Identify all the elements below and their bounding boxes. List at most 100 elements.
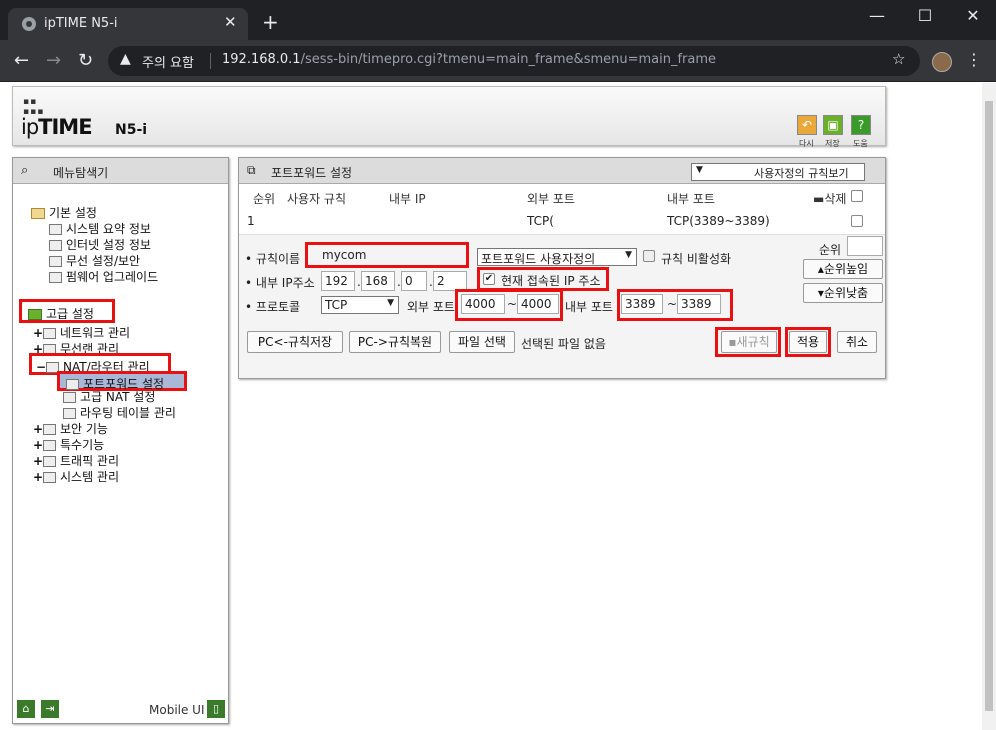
search-icon: ⌕ bbox=[21, 163, 29, 178]
warning-icon: ▲ bbox=[120, 51, 131, 67]
folder-icon bbox=[43, 440, 56, 451]
panel-title: 포트포워드 설정 bbox=[271, 166, 353, 180]
ip-octet-1[interactable]: 192 bbox=[321, 271, 355, 291]
close-window-icon[interactable]: ✕ bbox=[958, 6, 988, 25]
back-icon[interactable]: ← bbox=[14, 50, 29, 71]
help-label: 도움 bbox=[853, 139, 868, 148]
rank-up-button[interactable]: ▴순위높임 bbox=[803, 259, 883, 279]
tree-item[interactable]: 시스템 요약 정보 bbox=[49, 220, 151, 237]
tree-item[interactable]: 고급 NAT 설정 bbox=[63, 388, 155, 405]
url-text: 192.168.0.1/sess-bin/timepro.cgi?tmenu=m… bbox=[222, 52, 717, 67]
tree-advanced[interactable]: 고급 설정 bbox=[19, 299, 115, 323]
page-icon bbox=[63, 392, 76, 403]
wifi-icon bbox=[49, 256, 62, 267]
tree-item[interactable]: 인터넷 설정 정보 bbox=[49, 236, 151, 253]
scrollbar-thumb[interactable] bbox=[985, 101, 993, 711]
forward-icon[interactable]: → bbox=[46, 50, 61, 71]
apply-button[interactable]: 적용 bbox=[789, 331, 827, 353]
rule-name-label: • 규칙이름 bbox=[245, 252, 301, 266]
int-port-to[interactable]: 3389 bbox=[677, 294, 721, 314]
grid-icon: ▪▪ ▪▪▪ bbox=[23, 97, 45, 117]
save-to-pc-button[interactable]: PC<-규칙저장 bbox=[247, 331, 343, 353]
tree-item[interactable]: + 트래픽 관리 bbox=[33, 452, 119, 469]
logout-icon[interactable]: ⇥ bbox=[41, 700, 59, 718]
mobile-icon[interactable]: ▯ bbox=[207, 700, 225, 718]
col-rank: 순위 bbox=[253, 192, 276, 206]
disable-checkbox[interactable] bbox=[643, 250, 655, 262]
browser-tab[interactable]: ipTIME N5-i ✕ bbox=[8, 8, 248, 40]
rule-view-select[interactable]: ▼ 사용자정의 규칙보기 bbox=[691, 163, 865, 181]
help-icon[interactable]: ? bbox=[851, 115, 871, 135]
tree-item[interactable]: + 네트워크 관리 bbox=[33, 324, 130, 341]
restore-from-pc-button[interactable]: PC->규칙복원 bbox=[349, 331, 441, 353]
file-none-label: 선택된 파일 없음 bbox=[521, 337, 606, 351]
home-icon[interactable]: ⌂ bbox=[17, 700, 35, 718]
rank-down-button[interactable]: ▾순위낮춤 bbox=[803, 283, 883, 303]
select-all-checkbox[interactable] bbox=[851, 190, 863, 202]
minimize-icon[interactable]: — bbox=[862, 6, 892, 25]
tilde: ~ bbox=[507, 297, 518, 311]
tree-item[interactable]: 펌웨어 업그레이드 bbox=[49, 268, 158, 285]
col-rule: 사용자 규칙 bbox=[287, 192, 347, 206]
row-int-port: TCP(3389~3389) bbox=[667, 214, 770, 228]
tree-item[interactable]: + 보안 기능 bbox=[33, 420, 108, 437]
refresh-label: 다시 bbox=[799, 139, 814, 148]
reload-icon[interactable]: ↻ bbox=[78, 50, 93, 71]
int-port-from[interactable]: 3389 bbox=[621, 294, 663, 314]
tree-item[interactable]: 무선 설정/보안 bbox=[49, 252, 140, 269]
sidebar-footer: ⌂ ⇥ Mobile UI ▯ bbox=[13, 698, 228, 723]
save-label: 저장 bbox=[825, 139, 840, 148]
ip-label: • 내부 IP주소 bbox=[245, 276, 315, 290]
menu-explorer-header: ⌕ 메뉴탐색기 bbox=[13, 158, 228, 184]
portforward-panel: ⧉ 포트포워드 설정 ▼ 사용자정의 규칙보기 순위 사용자 규칙 내부 IP … bbox=[238, 157, 886, 379]
star-icon[interactable]: ☆ bbox=[892, 50, 905, 68]
protocol-label: • 프로토콜 bbox=[245, 300, 301, 314]
security-label: 주의 요함 bbox=[142, 56, 194, 71]
ip-octet-4[interactable]: 2 bbox=[433, 271, 467, 291]
refresh-icon[interactable]: ↶ bbox=[797, 115, 817, 135]
file-select-button[interactable]: 파일 선택 bbox=[449, 331, 515, 353]
new-tab-icon[interactable]: + bbox=[262, 10, 279, 34]
row-rank: 1 bbox=[247, 214, 255, 228]
col-int-port: 내부 포트 bbox=[667, 192, 715, 206]
tree-item[interactable]: + 특수기능 bbox=[33, 436, 104, 453]
ip-octet-3[interactable]: 0 bbox=[401, 271, 427, 291]
maximize-icon[interactable]: ☐ bbox=[910, 6, 940, 25]
logo: ipTIME bbox=[21, 115, 93, 139]
row-ext-port: TCP( bbox=[527, 214, 554, 228]
chevron-down-icon: ▼ bbox=[625, 250, 632, 260]
panel-header: ⧉ 포트포워드 설정 ▼ 사용자정의 규칙보기 bbox=[239, 158, 885, 184]
mobile-ui-label[interactable]: Mobile UI bbox=[149, 703, 205, 717]
lock-icon bbox=[43, 424, 56, 435]
current-ip-checkbox[interactable]: ✔ bbox=[483, 273, 495, 285]
protocol-select[interactable]: TCP ▼ bbox=[321, 296, 399, 314]
ip-octet-2[interactable]: 168 bbox=[361, 271, 395, 291]
divider bbox=[210, 53, 211, 69]
ext-port-to[interactable]: 4000 bbox=[517, 294, 559, 314]
menu-explorer: ⌕ 메뉴탐색기 기본 설정 시스템 요약 정보 인터넷 설정 정보 무선 설정/… bbox=[12, 157, 229, 724]
ext-port-from[interactable]: 4000 bbox=[461, 294, 505, 314]
tree-basic[interactable]: 기본 설정 bbox=[31, 204, 97, 221]
chevron-down-icon: ▼ bbox=[387, 298, 394, 308]
preset-select[interactable]: 포트포워드 사용자정의 ▼ bbox=[477, 248, 637, 266]
tree-item[interactable]: 라우팅 테이블 관리 bbox=[63, 404, 176, 421]
tree-item[interactable]: + 시스템 관리 bbox=[33, 468, 119, 485]
menu-explorer-title: 메뉴탐색기 bbox=[53, 166, 109, 180]
page-icon: ⧉ bbox=[247, 163, 256, 177]
rank-label: 순위 bbox=[819, 243, 842, 257]
avatar[interactable] bbox=[932, 52, 952, 72]
disable-label: 규칙 비활성화 bbox=[661, 252, 732, 266]
rank-input[interactable] bbox=[847, 236, 883, 256]
address-bar[interactable]: ▲ 주의 요함 192.168.0.1/sess-bin/timepro.cgi… bbox=[108, 46, 920, 76]
row-delete-checkbox[interactable] bbox=[851, 215, 863, 227]
more-menu-icon[interactable]: ⋮ bbox=[966, 50, 982, 69]
cancel-button[interactable]: 취소 bbox=[837, 331, 877, 353]
chevron-down-icon: ▼ bbox=[696, 165, 703, 175]
new-rule-button[interactable]: ▪새규칙 bbox=[721, 331, 777, 353]
rule-name-input[interactable]: mycom bbox=[319, 246, 465, 266]
close-tab-icon[interactable]: ✕ bbox=[224, 13, 237, 31]
page-content: ▪▪ ▪▪▪ ipTIME N5-i ↶ 다시 ▣ 저장 ? 도움 ⌕ 메뉴탐색기… bbox=[0, 83, 996, 730]
save-icon[interactable]: ▣ bbox=[823, 115, 843, 135]
scrollbar[interactable] bbox=[982, 83, 996, 730]
col-delete: ▬삭제 bbox=[813, 192, 847, 206]
